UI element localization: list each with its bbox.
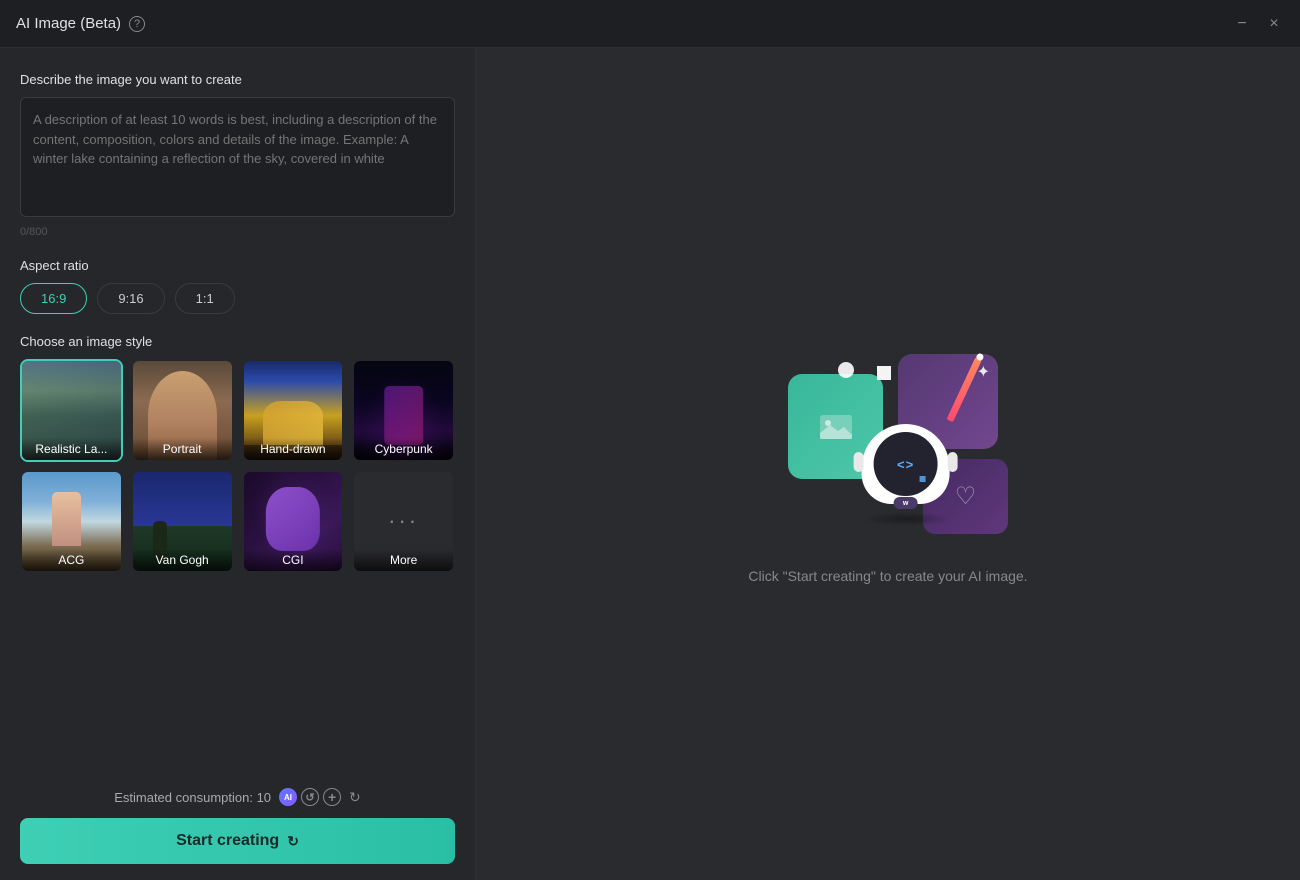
left-panel: Describe the image you want to create 0/… [0, 48, 476, 880]
robot-dot [920, 476, 926, 482]
more-dots-icon: ··· [388, 508, 419, 534]
aspect-ratio-group: 16:9 9:16 1:1 [20, 283, 455, 314]
style-grid: Realistic La... Portrait Hand-drawn [20, 359, 455, 573]
style-card-label-portrait: Portrait [133, 438, 232, 460]
minimize-button[interactable]: − [1232, 14, 1252, 34]
token-plus-icon: + [323, 788, 341, 806]
start-creating-label: Start creating [176, 832, 279, 850]
description-section: Describe the image you want to create 0/… [20, 72, 455, 238]
title-bar-left: AI Image (Beta) ? [16, 15, 145, 32]
aspect-btn-16-9[interactable]: 16:9 [20, 283, 87, 314]
style-card-realistic[interactable]: Realistic La... [20, 359, 123, 462]
token-c-icon: ↺ [301, 788, 319, 806]
heart-icon: ♡ [955, 482, 977, 511]
style-card-label-hand-drawn: Hand-drawn [244, 438, 343, 460]
robot-shadow [861, 512, 951, 526]
title-bar-right: − × [1232, 14, 1284, 34]
image-icon [816, 407, 856, 447]
description-textarea[interactable] [20, 97, 455, 217]
style-card-label-van-gogh: Van Gogh [133, 549, 232, 571]
aspect-ratio-section: Aspect ratio 16:9 9:16 1:1 [20, 258, 455, 314]
aspect-btn-9-16[interactable]: 9:16 [97, 283, 164, 314]
style-card-van-gogh[interactable]: Van Gogh [131, 470, 234, 573]
robot-logo: w [894, 497, 918, 509]
aspect-ratio-label: Aspect ratio [20, 258, 455, 273]
main-layout: Describe the image you want to create 0/… [0, 48, 1300, 880]
white-circle-icon [838, 362, 854, 378]
char-count: 0/800 [20, 226, 455, 238]
help-icon[interactable]: ? [129, 16, 145, 32]
token-icons: AI ↺ + [279, 788, 341, 806]
robot-eyes-icon: <> [897, 457, 914, 472]
token-ai-icon: AI [279, 788, 297, 806]
style-card-label-acg: ACG [22, 549, 121, 571]
aspect-btn-1-1[interactable]: 1:1 [175, 283, 235, 314]
style-card-acg[interactable]: ACG [20, 470, 123, 573]
style-section: Choose an image style Realistic La... Po… [20, 334, 455, 573]
style-card-label-more: More [354, 549, 453, 571]
right-panel: ✦ <> w [476, 48, 1300, 880]
refresh-icon[interactable]: ↻ [349, 789, 361, 806]
style-label: Choose an image style [20, 334, 455, 349]
consumption-text: Estimated consumption: 10 [114, 790, 271, 805]
robot-head: <> w [862, 424, 950, 504]
style-card-cgi[interactable]: CGI [242, 470, 345, 573]
style-card-label-cyberpunk: Cyberpunk [354, 438, 453, 460]
style-card-portrait[interactable]: Portrait [131, 359, 234, 462]
start-creating-button[interactable]: Start creating ↻ [20, 818, 455, 864]
white-dot-1 [877, 366, 891, 380]
ai-illustration: ✦ <> w [758, 344, 1018, 544]
title-bar: AI Image (Beta) ? − × [0, 0, 1300, 48]
robot-ear-right [948, 452, 958, 472]
description-label: Describe the image you want to create [20, 72, 455, 87]
style-card-cyberpunk[interactable]: Cyberpunk [352, 359, 455, 462]
style-card-more[interactable]: ··· More [352, 470, 455, 573]
robot-ear-left [854, 452, 864, 472]
close-button[interactable]: × [1264, 14, 1284, 34]
style-card-label-realistic: Realistic La... [22, 438, 121, 460]
robot-face-circle: <> [874, 432, 938, 496]
bottom-bar: Estimated consumption: 10 AI ↺ + ↻ Start… [20, 776, 455, 864]
style-card-label-cgi: CGI [244, 549, 343, 571]
style-card-hand-drawn[interactable]: Hand-drawn [242, 359, 345, 462]
right-caption: Click "Start creating" to create your AI… [748, 568, 1027, 584]
app-title: AI Image (Beta) [16, 15, 121, 32]
start-creating-icon: ↻ [287, 833, 299, 850]
consumption-row: Estimated consumption: 10 AI ↺ + ↻ [20, 788, 455, 806]
